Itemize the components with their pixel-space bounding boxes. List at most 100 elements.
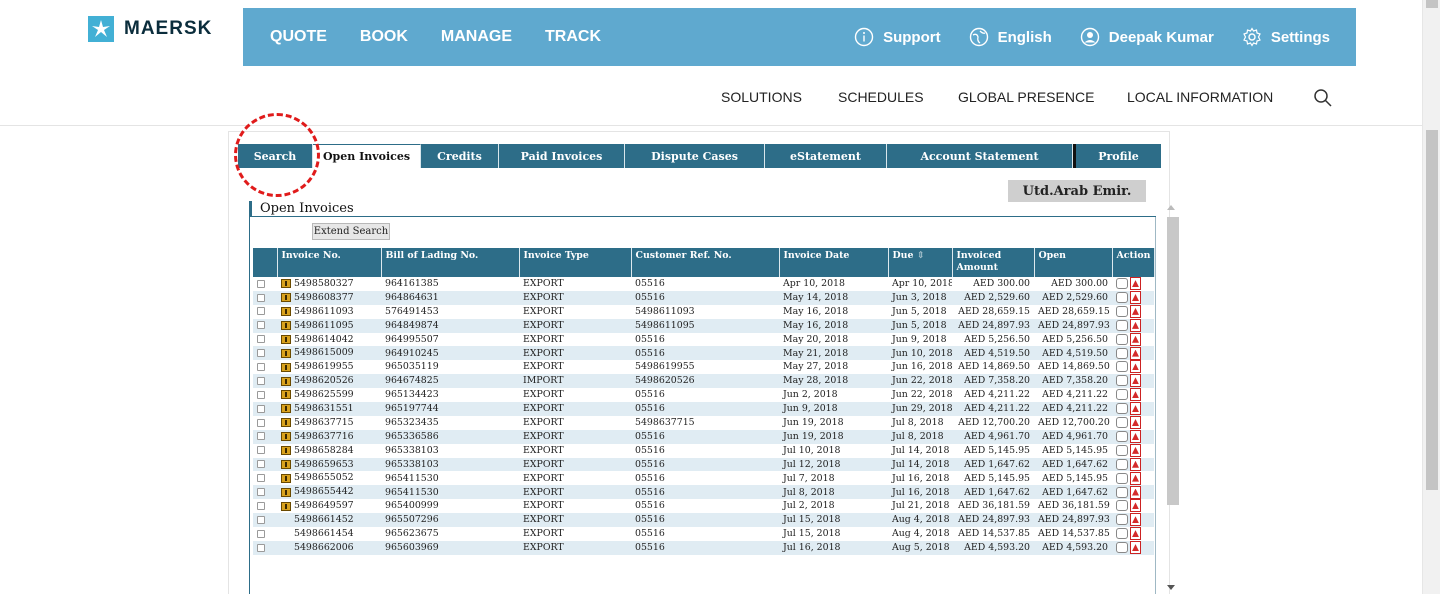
view-document-icon[interactable] (1116, 403, 1128, 415)
table-row[interactable]: 5498625599 965134423 EXPORT 05516 Jun 2, 201… (253, 388, 1154, 402)
pdf-icon[interactable] (1130, 277, 1141, 291)
row-checkbox[interactable] (257, 474, 265, 483)
row-checkbox[interactable] (257, 362, 265, 371)
pdf-icon[interactable] (1130, 402, 1141, 416)
table-scrollbar-thumb[interactable] (1167, 217, 1179, 505)
row-checkbox[interactable] (257, 515, 265, 524)
invoice-no-cell[interactable]: 5498625599 (277, 388, 381, 402)
row-checkbox[interactable] (257, 279, 265, 288)
view-document-icon[interactable] (1116, 305, 1128, 317)
pdf-icon[interactable] (1130, 499, 1141, 513)
settings-link[interactable]: Settings (1242, 27, 1330, 47)
invoice-no-cell[interactable]: 5498611093 (277, 305, 381, 319)
table-row[interactable]: 5498661454 965623675 EXPORT 05516 Jul 15, 20… (253, 527, 1154, 541)
table-row[interactable]: 5498662006 965603969 EXPORT 05516 Jul 16, 20… (253, 540, 1154, 555)
nav-book[interactable]: BOOK (360, 28, 408, 46)
pdf-icon[interactable] (1130, 541, 1141, 555)
pdf-icon[interactable] (1130, 416, 1141, 430)
invoice-no-cell[interactable]: 5498662006 (277, 540, 381, 555)
view-document-icon[interactable] (1116, 458, 1128, 470)
invoice-no-cell[interactable]: 5498580327 (277, 277, 381, 291)
row-checkbox[interactable] (257, 335, 265, 344)
pdf-icon[interactable] (1130, 388, 1141, 402)
language-selector[interactable]: English (969, 27, 1052, 47)
row-checkbox[interactable] (257, 460, 265, 469)
row-checkbox[interactable] (257, 390, 265, 399)
view-document-icon[interactable] (1116, 417, 1128, 429)
invoice-no-cell[interactable]: 5498608377 (277, 290, 381, 305)
invoice-no-cell[interactable]: 5498631551 (277, 402, 381, 416)
row-checkbox[interactable] (257, 446, 265, 455)
view-document-icon[interactable] (1116, 528, 1128, 540)
row-checkbox[interactable] (257, 376, 265, 385)
nav-quote[interactable]: QUOTE (270, 28, 327, 46)
table-row[interactable]: 5498614042 964995507 EXPORT 05516 May 20, 20… (253, 332, 1154, 347)
invoice-no-cell[interactable]: 5498655442 (277, 485, 381, 500)
nav-local-information[interactable]: LOCAL INFORMATION (1127, 89, 1273, 105)
table-row[interactable]: 5498608377 964864631 EXPORT 05516 May 14, 20… (253, 290, 1154, 305)
tab-profile[interactable]: Profile (1073, 144, 1161, 168)
view-document-icon[interactable] (1116, 542, 1128, 554)
view-document-icon[interactable] (1116, 486, 1128, 498)
view-document-icon[interactable] (1116, 500, 1128, 512)
invoice-no-cell[interactable]: 5498620526 (277, 374, 381, 389)
view-document-icon[interactable] (1116, 375, 1128, 387)
view-document-icon[interactable] (1116, 347, 1128, 359)
table-row[interactable]: 5498615009 964910245 EXPORT 05516 May 21, 20… (253, 346, 1154, 361)
tab-open-invoices[interactable]: Open Invoices (313, 144, 421, 168)
row-checkbox[interactable] (257, 501, 265, 510)
invoice-no-cell[interactable]: 5498637715 (277, 416, 381, 430)
page-scrollbar-thumb[interactable] (1426, 130, 1438, 490)
pdf-icon[interactable] (1130, 527, 1141, 541)
row-checkbox[interactable] (257, 543, 265, 552)
view-document-icon[interactable] (1116, 444, 1128, 456)
table-row[interactable]: 5498611095 964849874 EXPORT 5498611095 May 1… (253, 318, 1154, 333)
table-row[interactable]: 5498620526 964674825 IMPORT 5498620526 May 2… (253, 374, 1154, 389)
pdf-icon[interactable] (1130, 304, 1141, 318)
scroll-down-arrow-icon[interactable] (1167, 585, 1175, 590)
invoice-no-cell[interactable]: 5498615009 (277, 346, 381, 361)
table-row[interactable]: 5498659653 965338103 EXPORT 05516 Jul 12, 20… (253, 457, 1154, 472)
nav-solutions[interactable]: SOLUTIONS (721, 89, 802, 105)
tab-dispute-cases[interactable]: Dispute Cases (625, 144, 765, 168)
table-row[interactable]: 5498611093 576491453 EXPORT 5498611093 May 1… (253, 304, 1154, 319)
invoice-no-cell[interactable]: 5498637716 (277, 429, 381, 444)
header-open[interactable]: Open (1034, 248, 1113, 277)
invoice-no-cell[interactable]: 5498611095 (277, 318, 381, 333)
view-document-icon[interactable] (1116, 319, 1128, 331)
table-row[interactable]: 5498619955 965035119 EXPORT 5498619955 May 2… (253, 360, 1154, 374)
row-checkbox[interactable] (257, 349, 265, 358)
user-menu[interactable]: Deepak Kumar (1080, 27, 1214, 47)
nav-schedules[interactable]: SCHEDULES (838, 89, 924, 105)
invoice-no-cell[interactable]: 5498661452 (277, 513, 381, 528)
table-scrollbar[interactable] (1163, 203, 1179, 594)
view-document-icon[interactable] (1116, 472, 1128, 484)
view-document-icon[interactable] (1116, 430, 1128, 442)
view-document-icon[interactable] (1116, 278, 1128, 290)
tab-account-statement[interactable]: Account Statement (887, 144, 1073, 168)
pdf-icon[interactable] (1130, 346, 1141, 360)
pdf-icon[interactable] (1130, 443, 1141, 457)
tab-estatement[interactable]: eStatement (765, 144, 887, 168)
pdf-icon[interactable] (1130, 485, 1141, 499)
row-checkbox[interactable] (257, 418, 265, 427)
header-invoiced-amount[interactable]: Invoiced Amount (952, 248, 1035, 277)
view-document-icon[interactable] (1116, 361, 1128, 373)
table-row[interactable]: 5498655442 965411530 EXPORT 05516 Jul 8, 201… (253, 485, 1154, 500)
invoice-no-cell[interactable]: 5498649597 (277, 499, 381, 513)
row-checkbox[interactable] (257, 404, 265, 413)
view-document-icon[interactable] (1116, 514, 1128, 526)
pdf-icon[interactable] (1130, 374, 1141, 388)
table-row[interactable]: 5498655052 965411530 EXPORT 05516 Jul 7, 201… (253, 471, 1154, 485)
pdf-icon[interactable] (1130, 291, 1141, 305)
tab-paid-invoices[interactable]: Paid Invoices (499, 144, 625, 168)
support-link[interactable]: Support (854, 27, 941, 47)
table-row[interactable]: 5498580327 964161385 EXPORT 05516 Apr 10, 20… (253, 277, 1154, 291)
header-customer-ref[interactable]: Customer Ref. No. (631, 248, 780, 277)
invoice-no-cell[interactable]: 5498614042 (277, 333, 381, 347)
header-bill-of-lading[interactable]: Bill of Lading No. (381, 248, 520, 277)
header-invoice-date[interactable]: Invoice Date (779, 248, 889, 277)
nav-global-presence[interactable]: GLOBAL PRESENCE (958, 89, 1094, 105)
view-document-icon[interactable] (1116, 333, 1128, 345)
invoice-no-cell[interactable]: 5498659653 (277, 457, 381, 472)
